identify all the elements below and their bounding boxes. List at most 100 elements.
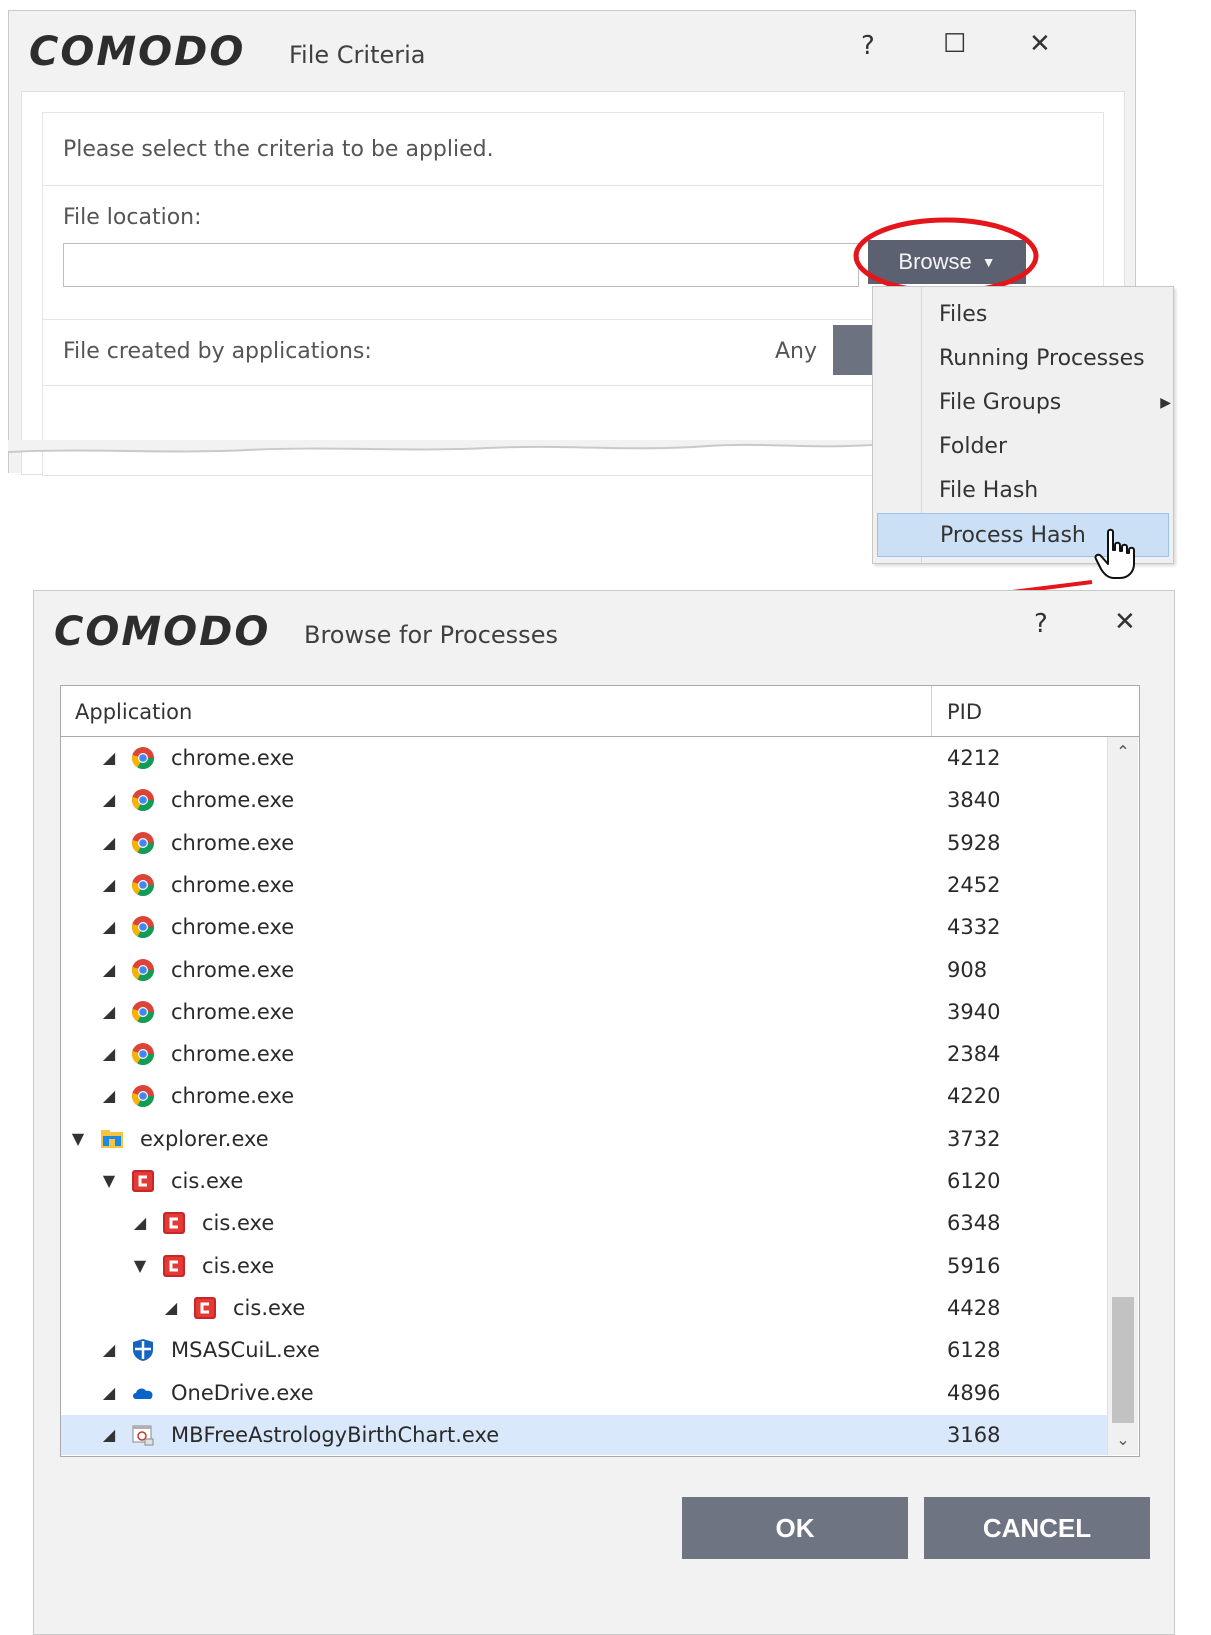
table-row[interactable]: ◢ OneDrive.exe 4896 <box>61 1373 1107 1415</box>
table-row[interactable]: ◢ chrome.exe 3940 <box>61 992 1107 1034</box>
app-icon <box>131 1423 155 1447</box>
chrome-icon <box>131 1084 155 1108</box>
process-tree-grid: Application PID ◢ chrome.exe 4212 ◢ chrome.e… <box>60 685 1140 1457</box>
ok-button[interactable]: OK <box>682 1497 908 1559</box>
comodo-icon <box>162 1211 186 1235</box>
close-button[interactable]: ✕ <box>1029 31 1051 57</box>
process-name: chrome.exe <box>171 915 295 939</box>
process-pid: 908 <box>947 958 988 982</box>
table-row[interactable]: ◢ chrome.exe 908 <box>61 950 1107 992</box>
process-name: cis.exe <box>202 1254 275 1278</box>
collapsed-arrow-icon[interactable]: ◢ <box>101 875 117 894</box>
process-name: chrome.exe <box>171 1000 295 1024</box>
table-row[interactable]: ◢ chrome.exe 2452 <box>61 865 1107 907</box>
table-row[interactable]: ▼ cis.exe 5916 <box>61 1246 1107 1288</box>
collapsed-arrow-icon[interactable]: ◢ <box>101 1002 117 1021</box>
file-location-label: File location: <box>63 205 202 230</box>
table-row[interactable]: ▼ cis.exe 6120 <box>61 1161 1107 1203</box>
process-name: chrome.exe <box>171 1084 295 1108</box>
collapsed-arrow-icon[interactable]: ◢ <box>101 1383 117 1402</box>
collapsed-arrow-icon[interactable]: ◢ <box>101 790 117 809</box>
table-row[interactable]: ◢ cis.exe 4428 <box>61 1288 1107 1330</box>
help-button[interactable]: ? <box>861 33 875 59</box>
torn-edge-decoration <box>8 440 888 453</box>
table-row[interactable]: ◢ MBFreeAstrologyBirthChart.exe 3168 <box>61 1415 1107 1455</box>
table-row[interactable]: ◢ chrome.exe 4220 <box>61 1076 1107 1118</box>
menu-item-folder[interactable]: Folder <box>873 425 1173 469</box>
process-name: cis.exe <box>233 1296 306 1320</box>
collapsed-arrow-icon[interactable]: ◢ <box>101 1044 117 1063</box>
column-header-pid[interactable]: PID <box>947 700 982 724</box>
menu-item-file-groups[interactable]: File Groups ▶ <box>873 381 1173 425</box>
menu-item-label: Running Processes <box>939 346 1145 371</box>
collapsed-arrow-icon[interactable]: ◢ <box>101 917 117 936</box>
collapsed-arrow-icon[interactable]: ◢ <box>101 1340 117 1359</box>
table-row[interactable]: ◢ MSASCuiL.exe 6128 <box>61 1330 1107 1372</box>
process-pid: 4428 <box>947 1296 1001 1320</box>
created-by-value: Any <box>775 339 818 364</box>
table-row[interactable]: ◢ chrome.exe 5928 <box>61 823 1107 865</box>
table-row[interactable]: ◢ chrome.exe 4332 <box>61 907 1107 949</box>
vertical-scrollbar[interactable]: ⌃ ⌄ <box>1107 737 1138 1455</box>
process-pid: 3168 <box>947 1423 1001 1447</box>
onedrive-icon <box>131 1381 155 1405</box>
process-pid: 4896 <box>947 1381 1001 1405</box>
process-pid: 5916 <box>947 1254 1001 1278</box>
chrome-icon <box>131 1000 155 1024</box>
scroll-up-icon[interactable]: ⌃ <box>1108 737 1138 767</box>
comodo-icon <box>162 1254 186 1278</box>
process-name: explorer.exe <box>140 1127 269 1151</box>
process-name: chrome.exe <box>171 788 295 812</box>
process-name: chrome.exe <box>171 831 295 855</box>
comodo-icon <box>193 1296 217 1320</box>
process-pid: 3940 <box>947 1000 1001 1024</box>
cancel-button[interactable]: CANCEL <box>924 1497 1150 1559</box>
browse-menu: Files Running Processes File Groups ▶ Fo… <box>872 286 1174 564</box>
collapsed-arrow-icon[interactable]: ◢ <box>101 1425 117 1444</box>
expanded-arrow-icon[interactable]: ▼ <box>132 1256 148 1275</box>
scroll-down-icon[interactable]: ⌄ <box>1108 1425 1138 1455</box>
table-row[interactable]: ◢ cis.exe 6348 <box>61 1203 1107 1245</box>
process-pid: 4212 <box>947 746 1001 770</box>
column-divider[interactable] <box>931 686 932 736</box>
dialog-title: Browse for Processes <box>304 621 558 649</box>
instruction-text: Please select the criteria to be applied… <box>63 137 494 162</box>
menu-item-file-hash[interactable]: File Hash <box>873 469 1173 513</box>
comodo-logo: COMODO <box>54 609 271 655</box>
process-name: MBFreeAstrologyBirthChart.exe <box>171 1423 500 1447</box>
grid-header: Application PID <box>61 686 1139 737</box>
collapsed-arrow-icon[interactable]: ◢ <box>163 1298 179 1317</box>
table-row[interactable]: ◢ chrome.exe 2384 <box>61 1034 1107 1076</box>
folder-icon <box>100 1127 124 1151</box>
process-name: MSASCuiL.exe <box>171 1338 320 1362</box>
file-location-input[interactable] <box>63 243 859 287</box>
collapsed-arrow-icon[interactable]: ◢ <box>101 960 117 979</box>
collapsed-arrow-icon[interactable]: ◢ <box>132 1213 148 1232</box>
scrollbar-thumb[interactable] <box>1112 1297 1134 1423</box>
column-header-application[interactable]: Application <box>75 700 192 724</box>
chrome-icon <box>131 788 155 812</box>
process-pid: 2452 <box>947 873 1001 897</box>
process-pid: 4332 <box>947 915 1001 939</box>
collapsed-arrow-icon[interactable]: ◢ <box>101 1086 117 1105</box>
menu-item-files[interactable]: Files <box>873 293 1173 337</box>
collapsed-arrow-icon[interactable]: ◢ <box>101 833 117 852</box>
created-by-label: File created by applications: <box>63 339 372 364</box>
table-row[interactable]: ◢ chrome.exe 4212 <box>61 738 1107 780</box>
dialog-title: File Criteria <box>289 41 426 69</box>
expanded-arrow-icon[interactable]: ▼ <box>70 1129 86 1148</box>
hand-cursor-icon <box>1094 528 1135 579</box>
menu-item-running-processes[interactable]: Running Processes <box>873 337 1173 381</box>
table-row[interactable]: ▼ explorer.exe 3732 <box>61 1119 1107 1161</box>
close-button[interactable]: ✕ <box>1114 609 1136 635</box>
highlight-ellipse <box>853 217 1039 295</box>
process-name: chrome.exe <box>171 746 295 770</box>
table-row[interactable]: ◢ chrome.exe 3840 <box>61 780 1107 822</box>
expanded-arrow-icon[interactable]: ▼ <box>101 1171 117 1190</box>
help-button[interactable]: ? <box>1034 611 1048 637</box>
process-pid: 4220 <box>947 1084 1001 1108</box>
collapsed-arrow-icon[interactable]: ◢ <box>101 748 117 767</box>
maximize-button[interactable]: ☐ <box>943 31 966 57</box>
defender-icon <box>131 1338 155 1362</box>
process-name: cis.exe <box>202 1211 275 1235</box>
